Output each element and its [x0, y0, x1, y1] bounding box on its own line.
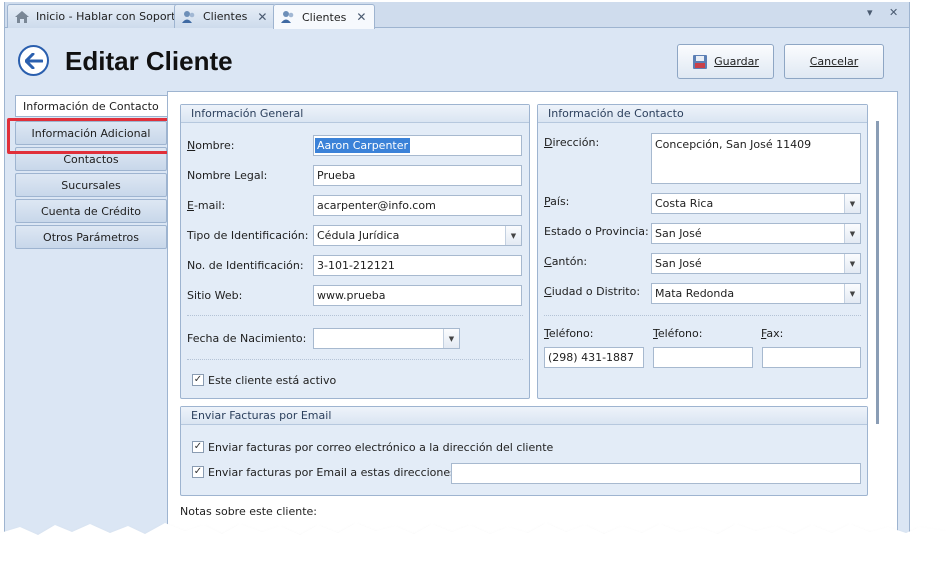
fecha-nacimiento-label: Fecha de Nacimiento: — [187, 332, 307, 345]
estado-value: San José — [655, 227, 702, 240]
chevron-down-icon[interactable]: ▼ — [443, 329, 459, 348]
tab-label: Inicio - Hablar con Soporte — [36, 10, 183, 23]
pais-select[interactable]: Costa Rica ▼ — [651, 193, 861, 214]
telefono1-field[interactable]: (298) 431-1887 — [544, 347, 644, 368]
chevron-down-icon[interactable]: ▼ — [844, 194, 860, 213]
tab-label: Clientes — [203, 10, 248, 23]
estado-select[interactable]: San José ▼ — [651, 223, 861, 244]
save-icon — [693, 54, 708, 69]
divider — [187, 359, 523, 360]
app-window: Inicio - Hablar con Soporte Clientes ✕ C… — [4, 2, 910, 579]
fax-label: Fax: — [761, 327, 784, 340]
cancel-button[interactable]: Cancelar — [784, 44, 884, 79]
nav-item-label: Contactos — [63, 152, 119, 166]
chevron-down-icon[interactable]: ▼ — [844, 224, 860, 243]
save-label: Guardar — [714, 55, 759, 68]
tipo-id-value: Cédula Jurídica — [317, 229, 400, 242]
nombre-legal-label: Nombre Legal: — [187, 169, 268, 182]
chevron-down-icon[interactable]: ▼ — [844, 254, 860, 273]
divider — [544, 315, 861, 316]
direccion-textarea[interactable]: Concepción, San José 11409 — [651, 133, 861, 184]
group-title: Enviar Facturas por Email — [181, 407, 867, 425]
notas-label: Notas sobre este cliente: — [180, 505, 317, 518]
group-title: Información General — [181, 105, 529, 123]
ciudad-select[interactable]: Mata Redonda ▼ — [651, 283, 861, 304]
clients-icon — [280, 10, 296, 24]
tipo-id-select[interactable]: Cédula Jurídica ▼ — [313, 225, 522, 246]
window-close-icon[interactable]: ✕ — [889, 6, 898, 19]
tab-label: Clientes — [302, 10, 347, 24]
no-id-label: No. de Identificación: — [187, 259, 304, 272]
nav-item-label: Sucursales — [61, 178, 121, 192]
nav-header-label: Información de Contacto — [23, 99, 159, 113]
close-icon[interactable]: ✕ — [356, 10, 366, 24]
close-icon[interactable]: ✕ — [257, 10, 267, 24]
email-addresses-field[interactable] — [451, 463, 861, 484]
tab-inicio[interactable]: Inicio - Hablar con Soporte — [7, 4, 192, 28]
fax-field[interactable] — [762, 347, 861, 368]
back-button[interactable] — [18, 45, 49, 76]
ciudad-value: Mata Redonda — [655, 287, 735, 300]
group-title: Información de Contacto — [538, 105, 867, 123]
page-title: Editar Cliente — [65, 46, 233, 76]
chevron-down-icon[interactable]: ▼ — [505, 226, 521, 245]
send-to-addresses-checkbox[interactable]: ✓ — [192, 466, 204, 478]
ciudad-label: Ciudad o Distrito: — [544, 285, 641, 298]
divider — [187, 315, 523, 316]
pais-value: Costa Rica — [655, 197, 714, 210]
activo-checkbox[interactable]: ✓ — [192, 374, 204, 386]
nav-item-label: Otros Parámetros — [43, 230, 139, 244]
pais-label: País: — [544, 195, 570, 208]
no-id-field[interactable]: 3-101-212121 — [313, 255, 522, 276]
email-field[interactable]: acarpenter@info.com — [313, 195, 522, 216]
save-button[interactable]: Guardar — [677, 44, 774, 79]
highlight-annotation — [7, 118, 184, 154]
nombre-legal-field[interactable]: Prueba — [313, 165, 522, 186]
direccion-label: Dirección: — [544, 136, 600, 149]
chevron-down-icon[interactable]: ▼ — [844, 284, 860, 303]
telefono2-field[interactable] — [653, 347, 753, 368]
tab-list-dropdown-icon[interactable]: ▾ — [867, 6, 873, 19]
cancel-label: Cancelar — [809, 55, 859, 68]
web-label: Sitio Web: — [187, 289, 243, 302]
telefono2-label: Teléfono: — [653, 327, 703, 340]
nav-header-contact-info[interactable]: Información de Contacto — [15, 95, 171, 117]
arrow-left-icon — [24, 52, 43, 69]
nav-item-label: Cuenta de Crédito — [41, 204, 141, 218]
tab-strip: Inicio - Hablar con Soporte Clientes ✕ C… — [5, 2, 909, 29]
send-to-client-label: Enviar facturas por correo electrónico a… — [208, 441, 554, 454]
send-to-client-checkbox[interactable]: ✓ — [192, 441, 204, 453]
estado-label: Estado o Provincia: — [544, 225, 649, 238]
vertical-scrollbar[interactable] — [876, 121, 879, 424]
canton-label: Cantón: — [544, 255, 588, 268]
activo-label: Este cliente está activo — [208, 374, 337, 387]
web-field[interactable]: www.prueba — [313, 285, 522, 306]
nombre-label: Nombre: — [187, 139, 235, 152]
send-to-addresses-label: Enviar facturas por Email a estas direcc… — [208, 466, 460, 479]
canton-select[interactable]: San José ▼ — [651, 253, 861, 274]
nombre-value: Aaron Carpenter — [315, 138, 411, 153]
nav-item-sucursales[interactable]: Sucursales — [15, 173, 167, 197]
page-header: Editar Cliente Guardar Cancelar — [5, 29, 909, 91]
telefono1-label: Teléfono: — [544, 327, 594, 340]
nombre-field[interactable]: Aaron Carpenter — [313, 135, 522, 156]
fecha-nacimiento-picker[interactable]: ▼ — [313, 328, 460, 349]
canton-value: San José — [655, 257, 702, 270]
nav-item-cuenta-credito[interactable]: Cuenta de Crédito — [15, 199, 167, 223]
clients-icon — [181, 10, 197, 24]
tab-clientes-1[interactable]: Clientes ✕ — [174, 4, 277, 28]
nav-item-otros-parametros[interactable]: Otros Parámetros — [15, 225, 167, 249]
tab-clientes-2[interactable]: Clientes ✕ — [273, 4, 376, 29]
email-label: E-mail: — [187, 199, 226, 212]
home-icon — [14, 10, 30, 24]
tipo-id-label: Tipo de Identificación: — [187, 229, 309, 242]
